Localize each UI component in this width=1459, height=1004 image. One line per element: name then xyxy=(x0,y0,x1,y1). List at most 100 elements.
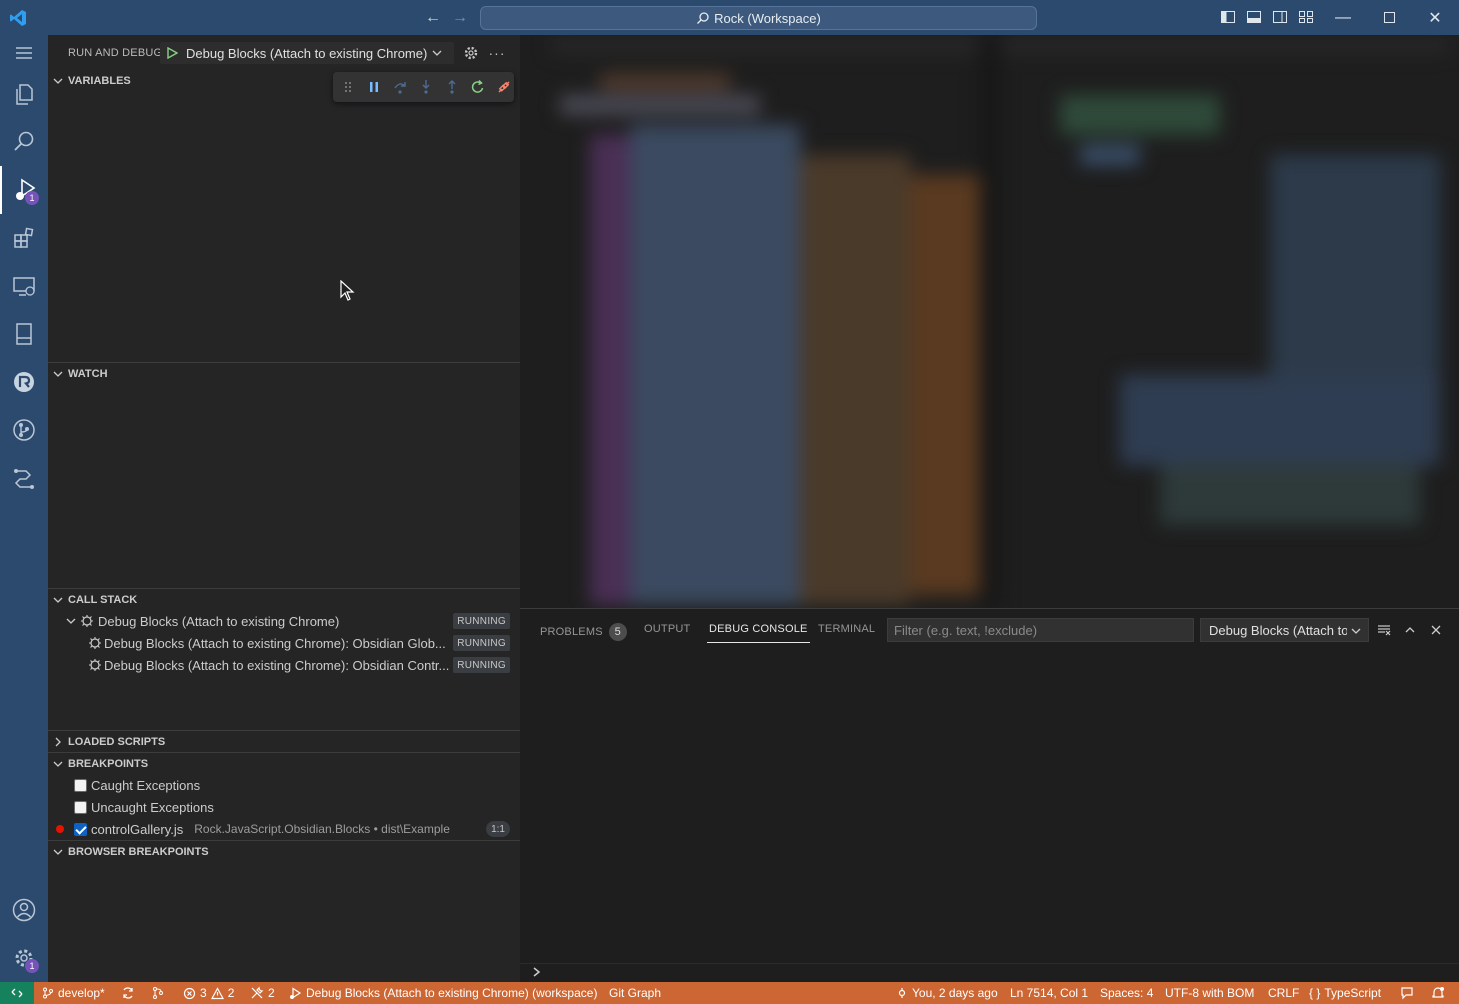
close-panel-button[interactable] xyxy=(1427,621,1445,639)
uncaught-exceptions-checkbox[interactable] xyxy=(74,800,87,814)
clear-console-button[interactable] xyxy=(1375,621,1393,639)
call-stack-session[interactable]: Debug Blocks (Attach to existing Chrome)… xyxy=(48,610,520,632)
rock-logo-icon xyxy=(14,372,34,392)
debug-console-input[interactable] xyxy=(520,963,1459,983)
breakpoint-row[interactable]: controlGallery.js Rock.JavaScript.Obsidi… xyxy=(48,818,520,840)
step-out-icon[interactable] xyxy=(443,78,461,96)
rock-extension-button[interactable] xyxy=(0,358,48,406)
sync-button[interactable] xyxy=(121,986,135,1000)
close-window-button[interactable]: ✕ xyxy=(1412,0,1458,35)
maximize-panel-button[interactable] xyxy=(1401,621,1419,639)
start-debugging-icon[interactable] xyxy=(166,47,178,59)
debug-session-status[interactable]: Debug Blocks (Attach to existing Chrome)… xyxy=(289,986,597,1000)
open-launch-json-button[interactable] xyxy=(462,44,480,62)
drag-handle-icon[interactable] xyxy=(339,78,357,96)
breakpoint-line: 1:1 xyxy=(486,821,510,837)
bookmarks-button[interactable] xyxy=(0,310,48,358)
language-label: TypeScript xyxy=(1324,986,1382,1000)
problems-count-badge: 5 xyxy=(608,623,627,641)
caught-exceptions-label: Caught Exceptions xyxy=(91,777,201,793)
git-graph-button[interactable] xyxy=(0,406,48,454)
caught-exceptions-row[interactable]: Caught Exceptions xyxy=(48,774,520,796)
caught-exceptions-checkbox[interactable] xyxy=(74,778,87,792)
timeline-button[interactable] xyxy=(0,454,48,502)
activity-bar: 1 1 xyxy=(0,35,48,982)
error-icon xyxy=(183,987,196,999)
language-mode[interactable]: { } TypeScript xyxy=(1309,986,1381,1000)
launch-config-dropdown[interactable]: Debug Blocks (Attach to existing Chrome) xyxy=(160,42,454,64)
branch-name: develop* xyxy=(58,986,105,1000)
branch-indicator[interactable]: develop* xyxy=(42,986,105,1000)
git-blame-indicator[interactable]: You, 2 days ago xyxy=(896,986,998,1000)
tools-icon xyxy=(251,986,264,999)
pause-icon[interactable] xyxy=(365,78,383,96)
maximize-icon xyxy=(1383,12,1395,23)
call-stack-section-header[interactable]: CALL STACK xyxy=(48,588,520,610)
call-stack-thread[interactable]: Debug Blocks (Attach to existing Chrome)… xyxy=(48,654,520,676)
browser-breakpoints-title: BROWSER BREAKPOINTS xyxy=(68,845,209,858)
file-encoding[interactable]: UTF-8 with BOM xyxy=(1165,986,1254,1000)
step-into-icon[interactable] xyxy=(417,78,435,96)
accounts-button[interactable] xyxy=(0,886,48,934)
debug-thread-icon xyxy=(89,659,101,671)
watch-section-header[interactable]: WATCH xyxy=(48,362,520,384)
uncaught-exceptions-row[interactable]: Uncaught Exceptions xyxy=(48,796,520,818)
mouse-cursor-icon xyxy=(340,280,355,301)
tab-terminal[interactable]: TERMINAL xyxy=(818,623,875,635)
loaded-scripts-section-header[interactable]: LOADED SCRIPTS xyxy=(48,730,520,752)
call-stack-thread[interactable]: Debug Blocks (Attach to existing Chrome)… xyxy=(48,632,520,654)
toggle-primary-sidebar-icon[interactable] xyxy=(1220,9,1236,25)
more-actions-button[interactable]: ··· xyxy=(488,44,506,62)
customize-layout-icon[interactable] xyxy=(1298,9,1314,25)
call-stack-session-label: Debug Blocks (Attach to existing Chrome) xyxy=(98,613,340,629)
debug-thread-icon xyxy=(89,637,101,649)
cursor-position[interactable]: Ln 7514, Col 1 xyxy=(1010,986,1088,1000)
tab-problems-label: PROBLEMS xyxy=(540,625,603,638)
remote-explorer-icon xyxy=(13,277,35,296)
ports-indicator[interactable]: 2 xyxy=(250,986,275,1000)
tab-problems[interactable]: PROBLEMS 5 xyxy=(540,623,627,641)
explorer-button[interactable] xyxy=(0,70,48,118)
breakpoints-section-header[interactable]: BREAKPOINTS xyxy=(48,752,520,774)
maximize-button[interactable] xyxy=(1366,0,1412,35)
remote-indicator[interactable] xyxy=(0,982,34,1004)
problems-indicator[interactable]: 3 2 xyxy=(183,986,234,1000)
git-compare-icon xyxy=(153,987,163,999)
remote-explorer-button[interactable] xyxy=(0,262,48,310)
git-graph-link[interactable]: Git Graph xyxy=(609,986,661,1000)
toggle-panel-icon[interactable] xyxy=(1246,9,1262,25)
tab-output[interactable]: OUTPUT xyxy=(644,623,690,635)
command-center[interactable]: Rock (Workspace) xyxy=(480,6,1037,30)
minimize-button[interactable]: — xyxy=(1320,0,1366,35)
debug-session-dropdown[interactable]: Debug Blocks (Attach to existing Chrome) xyxy=(1200,618,1369,642)
indentation[interactable]: Spaces: 4 xyxy=(1100,986,1153,1000)
search-button[interactable] xyxy=(0,118,48,166)
breakpoint-checkbox[interactable] xyxy=(74,822,87,836)
search-icon xyxy=(14,131,34,151)
git-commit-icon xyxy=(898,988,906,998)
extensions-button[interactable] xyxy=(0,214,48,262)
notifications-button[interactable] xyxy=(1431,986,1445,1000)
tab-debug-console[interactable]: DEBUG CONSOLE xyxy=(707,623,810,643)
vscode-logo-icon xyxy=(8,8,28,28)
back-arrow-icon[interactable]: ← xyxy=(425,9,441,27)
manage-button[interactable]: 1 xyxy=(0,934,48,982)
debug-console-filter-input[interactable]: Filter (e.g. text, !exclude) xyxy=(887,618,1194,642)
end-of-line[interactable]: CRLF xyxy=(1268,986,1299,1000)
chevron-down-icon xyxy=(1351,628,1361,634)
warning-count: 2 xyxy=(227,986,235,1000)
step-over-icon[interactable] xyxy=(391,78,409,96)
restart-icon[interactable] xyxy=(469,78,487,96)
run-debug-badge: 1 xyxy=(25,191,39,205)
git-graph-status-button[interactable] xyxy=(151,986,165,1000)
feedback-button[interactable] xyxy=(1400,986,1414,1000)
debug-session-name: Debug Blocks (Attach to existing Chrome)… xyxy=(306,986,598,1000)
chevron-up-icon xyxy=(1405,627,1415,633)
disconnect-icon[interactable] xyxy=(495,78,513,96)
browser-breakpoints-section-header[interactable]: BROWSER BREAKPOINTS xyxy=(48,840,520,862)
forward-arrow-icon[interactable]: → xyxy=(452,9,468,27)
call-stack-title: CALL STACK xyxy=(68,593,138,606)
run-debug-button[interactable]: 1 xyxy=(0,166,48,214)
toggle-secondary-sidebar-icon[interactable] xyxy=(1272,9,1288,25)
source-control-icon xyxy=(13,419,35,441)
